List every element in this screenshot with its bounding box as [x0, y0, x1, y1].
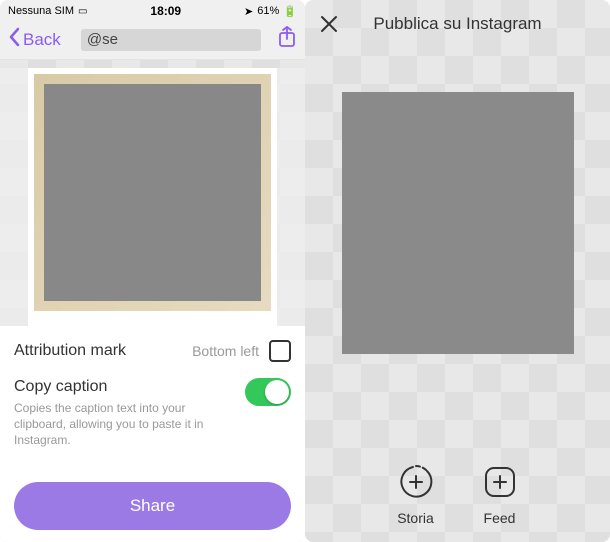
back-label: Back	[23, 30, 61, 50]
clock: 18:09	[150, 4, 181, 18]
publish-instagram-screen: Pubblica su Instagram Storia Feed	[305, 0, 610, 542]
copy-caption-description: Copies the caption text into your clipbo…	[14, 400, 214, 449]
copy-caption-toggle[interactable]	[245, 378, 291, 406]
modal-title: Pubblica su Instagram	[373, 14, 541, 34]
navigation-bar: Back @se	[0, 20, 305, 60]
modal-header: Pubblica su Instagram	[305, 0, 610, 48]
status-bar: Nessuna SIM ▭ 18:09 ➤ 61% 🔋	[0, 0, 305, 20]
storia-label: Storia	[397, 510, 434, 526]
share-system-button[interactable]	[277, 26, 297, 53]
copy-caption-title: Copy caption	[14, 378, 214, 396]
photo-placeholder	[44, 84, 261, 301]
feed-label: Feed	[484, 510, 516, 526]
attribution-checkbox[interactable]	[269, 340, 291, 362]
post-card	[28, 68, 277, 339]
copy-caption-row: Copy caption Copies the caption text int…	[14, 378, 291, 449]
close-button[interactable]	[317, 12, 341, 36]
username-field[interactable]: @se	[81, 29, 261, 51]
wifi-icon: ▭	[78, 6, 87, 17]
share-options-sheet: Attribution mark Bottom left Copy captio…	[0, 326, 305, 542]
storia-option[interactable]: Storia	[396, 462, 436, 526]
location-icon: ➤	[244, 5, 253, 18]
battery-percent: 61%	[257, 5, 279, 17]
carrier-label: Nessuna SIM	[8, 5, 74, 17]
username-text: @se	[87, 31, 118, 48]
battery-icon: 🔋	[283, 5, 297, 18]
attribution-label: Attribution mark	[14, 342, 126, 360]
share-button-label: Share	[130, 496, 175, 516]
attribution-position: Bottom left	[192, 343, 259, 359]
add-story-icon	[396, 462, 436, 502]
chevron-left-icon	[8, 26, 22, 53]
add-feed-icon	[480, 462, 520, 502]
regram-share-screen: Nessuna SIM ▭ 18:09 ➤ 61% 🔋 Back @se	[0, 0, 305, 542]
attribution-row[interactable]: Attribution mark Bottom left	[14, 340, 291, 362]
share-button[interactable]: Share	[14, 482, 291, 530]
publish-options: Storia Feed	[305, 462, 610, 526]
preview-image	[342, 92, 574, 354]
back-button[interactable]: Back	[8, 26, 61, 53]
photo-frame	[34, 74, 271, 311]
feed-option[interactable]: Feed	[480, 462, 520, 526]
